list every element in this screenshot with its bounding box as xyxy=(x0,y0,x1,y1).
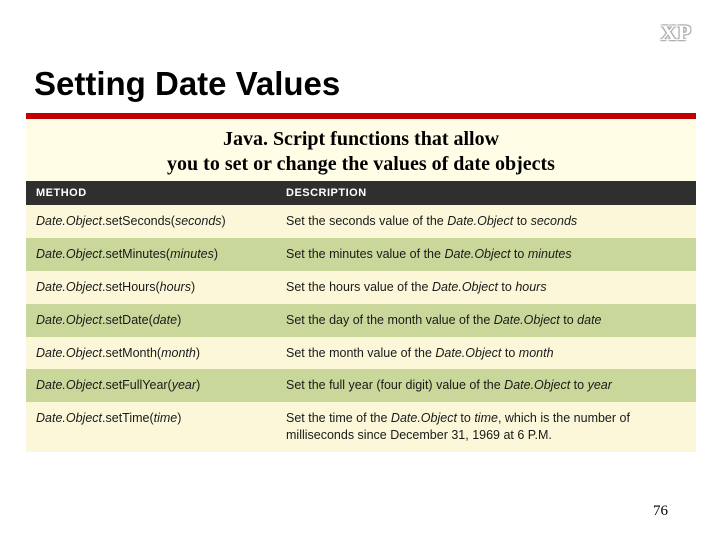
desc-object: Date.Object xyxy=(444,247,510,261)
method-arg: time xyxy=(154,411,178,425)
methods-table: METHOD DESCRIPTION Date.Object.setSecond… xyxy=(26,181,696,452)
desc-object: Date.Object xyxy=(447,214,513,228)
method-object: Date.Object xyxy=(36,378,102,392)
subtitle-box: Java. Script functions that allow you to… xyxy=(26,119,696,188)
method-call: .setSeconds( xyxy=(102,214,175,228)
subtitle-line1: Java. Script functions that allow xyxy=(36,127,686,152)
desc-arg: year xyxy=(588,378,612,392)
cell-description: Set the month value of the Date.Object t… xyxy=(276,337,696,370)
method-call: .setFullYear( xyxy=(102,378,172,392)
method-object: Date.Object xyxy=(36,280,102,294)
cell-description: Set the time of the Date.Object to time,… xyxy=(276,402,696,452)
table-row: Date.Object.setTime(time) Set the time o… xyxy=(26,402,696,452)
cell-description: Set the seconds value of the Date.Object… xyxy=(276,205,696,238)
method-close: ) xyxy=(214,247,218,261)
method-object: Date.Object xyxy=(36,247,102,261)
method-close: ) xyxy=(196,346,200,360)
table-row: Date.Object.setMinutes(minutes) Set the … xyxy=(26,238,696,271)
method-close: ) xyxy=(177,313,181,327)
cell-method: Date.Object.setSeconds(seconds) xyxy=(26,205,276,238)
cell-method: Date.Object.setHours(hours) xyxy=(26,271,276,304)
desc-text: to xyxy=(513,214,530,228)
method-object: Date.Object xyxy=(36,346,102,360)
desc-object: Date.Object xyxy=(435,346,501,360)
desc-object: Date.Object xyxy=(504,378,570,392)
desc-text: to xyxy=(560,313,577,327)
desc-object: Date.Object xyxy=(494,313,560,327)
cell-description: Set the minutes value of the Date.Object… xyxy=(276,238,696,271)
desc-text: to xyxy=(498,280,515,294)
subtitle-line2: you to set or change the values of date … xyxy=(36,152,686,177)
method-call: .setHours( xyxy=(102,280,160,294)
table-row: Date.Object.setSeconds(seconds) Set the … xyxy=(26,205,696,238)
header-description: DESCRIPTION xyxy=(276,181,696,205)
method-arg: seconds xyxy=(175,214,222,228)
desc-arg: date xyxy=(577,313,601,327)
method-object: Date.Object xyxy=(36,214,102,228)
desc-text: to xyxy=(501,346,518,360)
method-close: ) xyxy=(196,378,200,392)
cell-method: Date.Object.setDate(date) xyxy=(26,304,276,337)
desc-arg: minutes xyxy=(528,247,572,261)
desc-arg: seconds xyxy=(531,214,578,228)
table-row: Date.Object.setDate(date) Set the day of… xyxy=(26,304,696,337)
header-method: METHOD xyxy=(26,181,276,205)
method-close: ) xyxy=(222,214,226,228)
method-call: .setDate( xyxy=(102,313,153,327)
method-close: ) xyxy=(191,280,195,294)
cell-method: Date.Object.setMonth(month) xyxy=(26,337,276,370)
cell-description: Set the day of the month value of the Da… xyxy=(276,304,696,337)
slide: XP Setting Date Values Java. Script func… xyxy=(0,0,720,540)
method-call: .setMinutes( xyxy=(102,247,170,261)
desc-text: to xyxy=(510,247,527,261)
cell-description: Set the full year (four digit) value of … xyxy=(276,369,696,402)
table-row: Date.Object.setMonth(month) Set the mont… xyxy=(26,337,696,370)
desc-text: to xyxy=(457,411,474,425)
desc-text: Set the minutes value of the xyxy=(286,247,444,261)
cell-method: Date.Object.setFullYear(year) xyxy=(26,369,276,402)
desc-arg: hours xyxy=(515,280,546,294)
cell-description: Set the hours value of the Date.Object t… xyxy=(276,271,696,304)
method-call: .setTime( xyxy=(102,411,154,425)
method-close: ) xyxy=(177,411,181,425)
method-call: .setMonth( xyxy=(102,346,161,360)
desc-text: Set the hours value of the xyxy=(286,280,432,294)
desc-arg: month xyxy=(519,346,554,360)
method-object: Date.Object xyxy=(36,313,102,327)
method-object: Date.Object xyxy=(36,411,102,425)
page-number: 76 xyxy=(653,503,668,520)
method-arg: minutes xyxy=(170,247,214,261)
method-arg: hours xyxy=(160,280,191,294)
desc-text: Set the time of the xyxy=(286,411,391,425)
method-arg: date xyxy=(153,313,177,327)
table-row: Date.Object.setFullYear(year) Set the fu… xyxy=(26,369,696,402)
desc-text: Set the full year (four digit) value of … xyxy=(286,378,504,392)
cell-method: Date.Object.setTime(time) xyxy=(26,402,276,452)
desc-arg: time xyxy=(474,411,498,425)
desc-text: to xyxy=(570,378,587,392)
cell-method: Date.Object.setMinutes(minutes) xyxy=(26,238,276,271)
method-arg: year xyxy=(172,378,196,392)
page-title: Setting Date Values xyxy=(34,65,340,103)
table-row: Date.Object.setHours(hours) Set the hour… xyxy=(26,271,696,304)
corner-badge: XP xyxy=(661,20,692,46)
desc-object: Date.Object xyxy=(391,411,457,425)
desc-text: Set the day of the month value of the xyxy=(286,313,494,327)
desc-text: Set the month value of the xyxy=(286,346,435,360)
table-header: METHOD DESCRIPTION xyxy=(26,181,696,205)
desc-text: Set the seconds value of the xyxy=(286,214,447,228)
desc-object: Date.Object xyxy=(432,280,498,294)
method-arg: month xyxy=(161,346,196,360)
